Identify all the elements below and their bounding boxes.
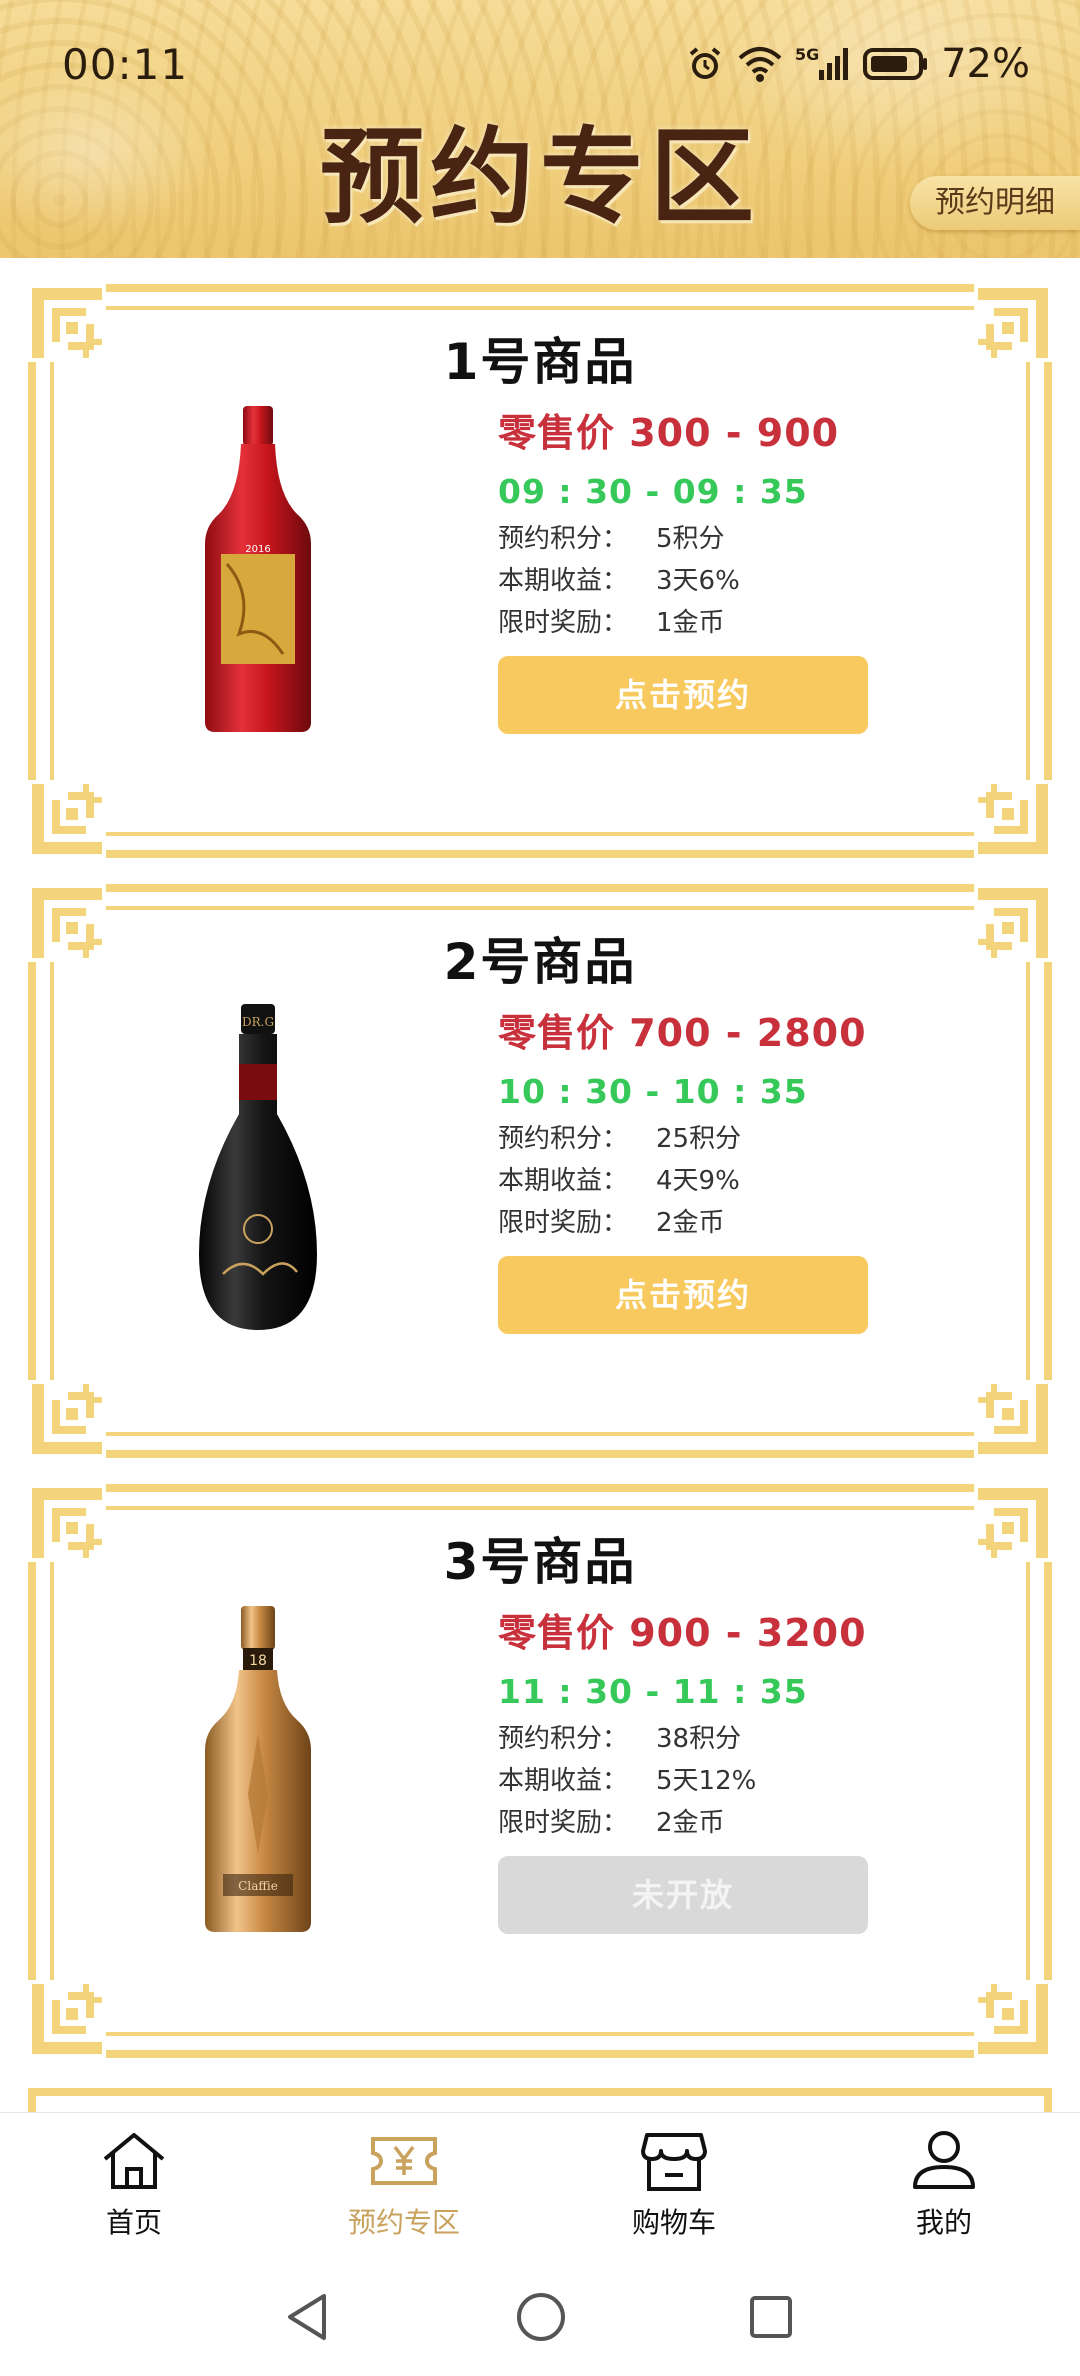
reservation-time: 10 : 30 - 10 : 35	[498, 1072, 808, 1111]
black-wine-bottle-image: DR.G	[199, 1004, 317, 1330]
yield-label: 本期收益：	[498, 566, 629, 596]
yield-value: 4天9%	[656, 1166, 740, 1196]
reservation-time: 11 : 30 - 11 : 35	[498, 1672, 808, 1711]
user-icon	[913, 2131, 975, 2189]
reserve-button[interactable]: 点击预约	[498, 656, 868, 734]
reward-row: 限时奖励： 1金币	[498, 602, 898, 644]
nav-mine[interactable]: 我的	[844, 2129, 1044, 2241]
reward-row: 限时奖励： 2金币	[498, 1802, 898, 1844]
reward-value: 2金币	[656, 1808, 725, 1838]
reward-label: 限时奖励：	[498, 1808, 629, 1838]
system-navigation-bar	[0, 2260, 1080, 2376]
nav-mine-label: 我的	[915, 2206, 972, 2239]
reserve-button[interactable]: 点击预约	[498, 1256, 868, 1334]
corner-ornament	[28, 1380, 106, 1458]
points-label: 预约积分：	[498, 524, 629, 554]
yield-value: 5天12%	[656, 1766, 757, 1796]
reservation-detail-button[interactable]: 预约明细	[910, 176, 1080, 230]
home-circle-icon[interactable]	[514, 2290, 568, 2344]
status-icons: 5G 72%	[685, 38, 1030, 90]
bottom-nav: 首页 预约专区 购物车 我的	[0, 2112, 1080, 2260]
home-icon	[103, 2133, 165, 2189]
ticket-icon	[371, 2137, 437, 2185]
network-type: 5G	[795, 45, 819, 64]
product-card-3: 3号商品 18 Claffie 零售价 900 - 3200 11 : 30 -…	[28, 1484, 1052, 2058]
product-info: 零售价 900 - 3200 11 : 30 - 11 : 35 预约积分： 3…	[498, 1602, 898, 1934]
points-label: 预约积分：	[498, 1724, 629, 1754]
red-wine-bottle-image: 2016	[205, 406, 311, 732]
signal-icon: 5G	[795, 45, 849, 80]
yield-value: 3天6%	[656, 566, 740, 596]
corner-ornament	[974, 780, 1052, 858]
status-time: 00:11	[62, 40, 189, 89]
back-icon[interactable]	[282, 2290, 332, 2344]
points-value: 38积分	[656, 1724, 742, 1754]
corner-ornament	[974, 1380, 1052, 1458]
points-row: 预约积分： 5积分	[498, 518, 898, 560]
product-title: 2号商品	[443, 933, 637, 991]
corner-ornament	[974, 1980, 1052, 2058]
retail-price: 零售价 900 - 3200	[498, 1611, 867, 1655]
corner-ornament	[28, 780, 106, 858]
yield-row: 本期收益： 5天12%	[498, 1760, 898, 1802]
recents-icon[interactable]	[746, 2290, 796, 2344]
yield-row: 本期收益： 3天6%	[498, 560, 898, 602]
yield-row: 本期收益： 4天9%	[498, 1160, 898, 1202]
product-title: 1号商品	[443, 333, 637, 391]
nav-home[interactable]: 首页	[34, 2129, 234, 2241]
svg-text:18: 18	[249, 1653, 267, 1669]
gold-wine-bottle-image: 18 Claffie	[205, 1606, 311, 1932]
product-info: 零售价 700 - 2800 10 : 30 - 10 : 35 预约积分： 2…	[498, 1002, 898, 1334]
header-banner: 00:11 5G 72% 预约专区 预约明细	[0, 0, 1080, 258]
reward-label: 限时奖励：	[498, 608, 629, 638]
alarm-icon	[689, 47, 721, 79]
nav-reservation-label: 预约专区	[347, 2206, 460, 2239]
reward-value: 2金币	[656, 1208, 725, 1238]
reward-label: 限时奖励：	[498, 1208, 629, 1238]
nav-cart-label: 购物车	[631, 2206, 716, 2239]
svg-text:Claffie: Claffie	[238, 1879, 278, 1893]
retail-price: 零售价 300 - 900	[498, 411, 840, 455]
points-row: 预约积分： 38积分	[498, 1718, 898, 1760]
reward-value: 1金币	[656, 608, 725, 638]
shop-icon	[641, 2133, 707, 2191]
battery-percent: 72%	[941, 41, 1030, 87]
points-value: 25积分	[656, 1124, 742, 1154]
points-label: 预约积分：	[498, 1124, 629, 1154]
reward-row: 限时奖励： 2金币	[498, 1202, 898, 1244]
points-value: 5积分	[656, 524, 725, 554]
corner-ornament	[28, 1980, 106, 2058]
product-card-2: 2号商品 DR.G 零售价 700 - 2800 10 : 30 - 10 : …	[28, 884, 1052, 1458]
svg-text:DR.G: DR.G	[242, 1015, 274, 1029]
battery-icon	[863, 48, 928, 80]
retail-price: 零售价 700 - 2800	[498, 1011, 867, 1055]
product-title: 3号商品	[443, 1533, 637, 1591]
not-open-button[interactable]: 未开放	[498, 1856, 868, 1934]
nav-home-label: 首页	[105, 2206, 162, 2239]
svg-text:2016: 2016	[245, 544, 270, 555]
product-card-1: 1号商品 2016 零售价 300 - 900 09 : 30 - 09 : 3…	[28, 284, 1052, 858]
product-info: 零售价 300 - 900 09 : 30 - 09 : 35 预约积分： 5积…	[498, 402, 898, 734]
points-row: 预约积分： 25积分	[498, 1118, 898, 1160]
nav-cart[interactable]: 购物车	[574, 2129, 774, 2241]
nav-reservation[interactable]: 预约专区	[304, 2129, 504, 2241]
reservation-time: 09 : 30 - 09 : 35	[498, 472, 808, 511]
wifi-icon	[738, 47, 782, 82]
yield-label: 本期收益：	[498, 1166, 629, 1196]
yield-label: 本期收益：	[498, 1766, 629, 1796]
